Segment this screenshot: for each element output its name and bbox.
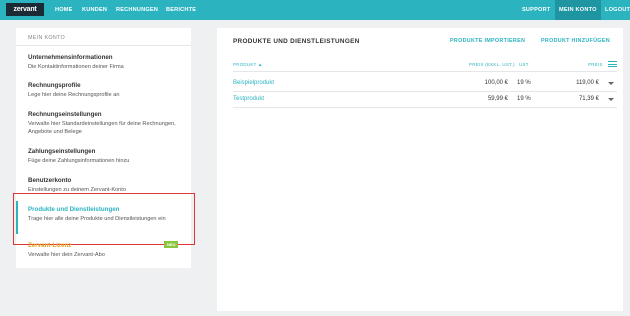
table-row-divider: [233, 91, 617, 92]
chevron-down-icon[interactable]: [608, 82, 614, 85]
sidebar-item-title: Rechnungsprofile: [28, 82, 81, 89]
table-row-vat: 19 %: [517, 96, 531, 102]
sidebar-item-description: Die Kontaktinformationen deiner Firma: [28, 64, 124, 70]
sidebar-item-description: Füge deine Zahlungsinformationen hinzu: [28, 158, 130, 164]
products-panel: PRODUKTE UND DIENSTLEISTUNGEN PRODUKTE I…: [217, 28, 623, 311]
panel-title: PRODUKTE UND DIENSTLEISTUNGEN: [233, 38, 360, 45]
column-header-product[interactable]: PRODUKT ▲: [233, 62, 263, 67]
table-row-vat: 19 %: [517, 80, 531, 86]
sidebar-item-title: Produkte und Dienstleistungen: [28, 206, 120, 213]
table-row-price-excl: 100,00 €: [484, 80, 508, 86]
nav-berichte[interactable]: BERICHTE: [166, 0, 196, 20]
column-header-vat[interactable]: UST: [519, 62, 529, 67]
sidebar-item-description: Lege hier deine Rechnungsprofile an: [28, 92, 120, 98]
table-row-product-name[interactable]: Testprodukt: [233, 96, 264, 102]
table-header-divider: [233, 71, 617, 72]
sidebar-item-title: Zervant-Lizenz: [28, 242, 72, 249]
add-product-button[interactable]: PRODUKT HINZUFÜGEN: [541, 38, 610, 44]
chevron-down-icon[interactable]: [608, 98, 614, 101]
column-header-price-excl[interactable]: PREIS (EXKL. UST.): [469, 62, 515, 67]
list-view-icon[interactable]: [608, 61, 617, 69]
nav-rechnungen[interactable]: RECHNUNGEN: [116, 0, 158, 20]
sidebar-divider: [16, 45, 191, 46]
sidebar-item-title: Benutzerkonto: [28, 177, 72, 184]
import-products-button[interactable]: PRODUKTE IMPORTIEREN: [450, 38, 525, 44]
sidebar-item-title: Rechnungseinstellungen: [28, 111, 102, 118]
table-row-product-name[interactable]: Beispielprodukt: [233, 80, 274, 86]
table-row-price-excl: 59,99 €: [487, 96, 508, 102]
nav-mein-konto[interactable]: MEIN KONTO: [555, 0, 601, 20]
account-sidebar: MEIN KONTO Unternehmensinformationen Die…: [13, 28, 195, 268]
nav-home[interactable]: HOME: [55, 0, 73, 20]
new-badge: NEU: [164, 241, 179, 248]
sidebar-item-title: Unternehmensinformationen: [28, 54, 113, 61]
table-row-price: 119,00 €: [576, 80, 599, 86]
sidebar-item-title: Zahlungseinstellungen: [28, 148, 96, 155]
nav-kunden[interactable]: KUNDEN: [82, 0, 107, 20]
sidebar-item-description: Trage hier alle deine Produkte und Diens…: [28, 216, 166, 222]
table-row-divider: [233, 107, 617, 108]
column-header-price[interactable]: PREIS: [588, 62, 603, 67]
sidebar-item-description: Verwalte hier Standardeinstellungen für …: [28, 121, 176, 135]
table-row-price: 71,39 €: [578, 96, 599, 102]
nav-logout[interactable]: LOGOUT: [605, 0, 630, 20]
sidebar-item-description: Verwalte hier dein Zervant-Abo: [28, 252, 105, 258]
top-navigation-bar: zervant HOME KUNDEN RECHNUNGEN BERICHTE …: [0, 0, 630, 20]
zervant-logo[interactable]: zervant: [6, 3, 44, 16]
nav-support[interactable]: SUPPORT: [522, 0, 550, 20]
sidebar-heading: MEIN KONTO: [28, 35, 66, 41]
